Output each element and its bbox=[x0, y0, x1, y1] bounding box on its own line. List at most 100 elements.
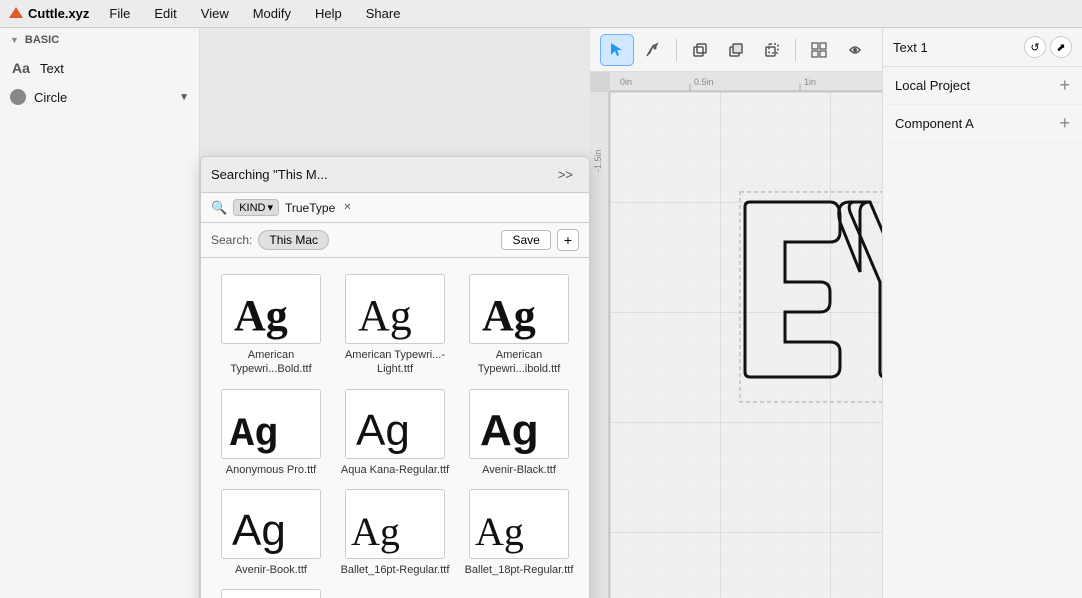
font-preview: Ag bbox=[469, 389, 569, 459]
edit-icon-btn[interactable]: ⬈ bbox=[1050, 36, 1072, 58]
svg-text:Ag: Ag bbox=[234, 291, 288, 340]
font-name: Avenir-Black.ttf bbox=[482, 463, 556, 477]
svg-text:Ag: Ag bbox=[230, 413, 278, 458]
menu-edit[interactable]: Edit bbox=[150, 4, 180, 23]
font-name: American Typewri...Bold.ttf bbox=[213, 348, 329, 377]
sidebar-circle-label: Circle bbox=[34, 90, 67, 105]
sidebar-item-text[interactable]: Aa Text bbox=[0, 52, 199, 84]
select-tool-btn[interactable] bbox=[600, 34, 634, 66]
truetype-filter-label: TrueType bbox=[285, 201, 335, 215]
svg-text:Ag: Ag bbox=[358, 291, 412, 340]
font-preview: Ag bbox=[221, 489, 321, 559]
rotate-icon-btn[interactable]: ↺ bbox=[1024, 36, 1046, 58]
kind-filter-arrow: ▾ bbox=[267, 201, 273, 214]
font-item[interactable]: Ag Avenir-Book.ttf bbox=[209, 483, 333, 583]
font-picker-header: Searching "This M... >> bbox=[201, 157, 589, 193]
chevron-down-icon: ▼ bbox=[179, 92, 189, 103]
font-item[interactable]: Ag Anonymous Pro.ttf bbox=[209, 383, 333, 483]
local-project-label: Local Project bbox=[895, 78, 1059, 93]
canvas-wrapper[interactable]: 0in 0.5in 1in 1.5in -1.5in bbox=[590, 72, 882, 598]
font-preview: Ag bbox=[221, 589, 321, 598]
font-item[interactable]: Ag Ballet_18pt-Regular.ttf bbox=[457, 483, 581, 583]
font-preview: Ag bbox=[469, 489, 569, 559]
app-logo: Cuttle.xyz bbox=[8, 6, 89, 22]
left-sidebar: ▼ BASIC Aa Text Circle ▼ bbox=[0, 28, 200, 598]
right-panel-title: Text 1 bbox=[893, 40, 1020, 55]
font-name: American Typewri...-Light.ttf bbox=[337, 348, 453, 377]
font-picker-scope-row: Search: This Mac Save + bbox=[201, 223, 589, 258]
font-preview: Ag bbox=[221, 389, 321, 459]
font-item[interactable]: Ag Aqua Kana-Regular.ttf bbox=[333, 383, 457, 483]
rotate-icon: ↺ bbox=[1030, 41, 1039, 54]
font-name: Ballet_18pt-Regular.ttf bbox=[465, 563, 574, 577]
menu-help[interactable]: Help bbox=[311, 4, 346, 23]
search-label: Search: bbox=[211, 233, 252, 247]
toolbar-divider-2 bbox=[795, 39, 796, 61]
font-item[interactable]: Ag Ballet_16pt-Regular.ttf bbox=[333, 483, 457, 583]
svg-text:0in: 0in bbox=[620, 77, 632, 87]
right-panel-component-a[interactable]: Component A + bbox=[883, 105, 1082, 143]
scope-this-mac-badge[interactable]: This Mac bbox=[258, 230, 329, 250]
kind-filter-label: KIND bbox=[239, 202, 265, 214]
logo-icon bbox=[8, 6, 24, 22]
copy-shape-btn[interactable] bbox=[683, 34, 717, 66]
edit-icon: ⬈ bbox=[1056, 41, 1065, 54]
repeat-grid-btn[interactable] bbox=[802, 34, 836, 66]
menubar: Cuttle.xyz File Edit View Modify Help Sh… bbox=[0, 0, 1082, 28]
font-name: Ballet_16pt-Regular.ttf bbox=[341, 563, 450, 577]
svg-text:Ag: Ag bbox=[351, 509, 400, 554]
add-font-button[interactable]: + bbox=[557, 229, 579, 251]
font-preview: Ag bbox=[221, 274, 321, 344]
right-panel: Text 1 ↺ ⬈ Local Project + Component A + bbox=[882, 28, 1082, 598]
font-name: Aqua Kana-Regular.ttf bbox=[341, 463, 449, 477]
svg-text:1in: 1in bbox=[804, 77, 816, 87]
font-name: Avenir-Book.ttf bbox=[235, 563, 307, 577]
search-icon: 🔍 bbox=[211, 200, 227, 216]
canvas-area: 0in 0.5in 1in 1.5in -1.5in bbox=[590, 28, 882, 598]
sidebar-item-circle[interactable]: Circle ▼ bbox=[0, 84, 199, 110]
sidebar-section-basic: ▼ BASIC bbox=[0, 28, 199, 52]
svg-text:Ag: Ag bbox=[356, 406, 410, 455]
menu-share[interactable]: Share bbox=[362, 4, 405, 23]
svg-text:-1.5in: -1.5in bbox=[593, 149, 603, 172]
intersect-btn[interactable] bbox=[755, 34, 789, 66]
font-item[interactable]: Ag American Typewri...ibold.ttf bbox=[457, 268, 581, 383]
transform-btn[interactable] bbox=[838, 34, 872, 66]
menu-modify[interactable]: Modify bbox=[249, 4, 295, 23]
local-project-add-btn[interactable]: + bbox=[1059, 75, 1070, 96]
font-item[interactable]: Ag bbox=[209, 583, 333, 598]
pen-tool-btn[interactable] bbox=[636, 34, 670, 66]
font-preview: Ag bbox=[345, 274, 445, 344]
svg-text:0.5in: 0.5in bbox=[694, 77, 714, 87]
right-panel-header: Text 1 ↺ ⬈ bbox=[883, 28, 1082, 67]
component-a-label: Component A bbox=[895, 116, 1059, 131]
font-item[interactable]: Ag Avenir-Black.ttf bbox=[457, 383, 581, 483]
menu-file[interactable]: File bbox=[105, 4, 134, 23]
svg-text:Ag: Ag bbox=[480, 406, 539, 455]
save-button[interactable]: Save bbox=[501, 230, 550, 250]
font-item[interactable]: Ag American Typewri...-Light.ttf bbox=[333, 268, 457, 383]
font-picker-collapse-btn[interactable]: >> bbox=[552, 165, 579, 184]
sidebar-text-label: Text bbox=[40, 61, 64, 76]
filter-remove-btn[interactable]: ✕ bbox=[343, 202, 351, 213]
right-panel-local-project[interactable]: Local Project + bbox=[883, 67, 1082, 105]
font-preview: Ag bbox=[345, 489, 445, 559]
menu-view[interactable]: View bbox=[197, 4, 233, 23]
main-layout: ▼ BASIC Aa Text Circle ▼ Searching "This… bbox=[0, 28, 1082, 598]
font-grid: Ag American Typewri...Bold.ttf Ag Americ… bbox=[201, 258, 589, 598]
app-title: Cuttle.xyz bbox=[28, 6, 89, 21]
ruler-left: -1.5in bbox=[590, 92, 610, 598]
font-name: American Typewri...ibold.ttf bbox=[461, 348, 577, 377]
kind-filter-badge[interactable]: KIND ▾ bbox=[233, 199, 279, 216]
subtract-btn[interactable] bbox=[719, 34, 753, 66]
svg-text:Ag: Ag bbox=[232, 506, 286, 555]
font-item[interactable]: Ag American Typewri...Bold.ttf bbox=[209, 268, 333, 383]
text-type-icon: Aa bbox=[10, 57, 32, 79]
circle-shape-icon bbox=[10, 89, 26, 105]
ruler-top: 0in 0.5in 1in 1.5in bbox=[610, 72, 882, 92]
component-a-add-btn[interactable]: + bbox=[1059, 113, 1070, 134]
svg-text:Ag: Ag bbox=[475, 509, 524, 554]
canvas-content[interactable] bbox=[610, 92, 882, 598]
font-name: Anonymous Pro.ttf bbox=[226, 463, 317, 477]
toolbar bbox=[590, 28, 882, 72]
